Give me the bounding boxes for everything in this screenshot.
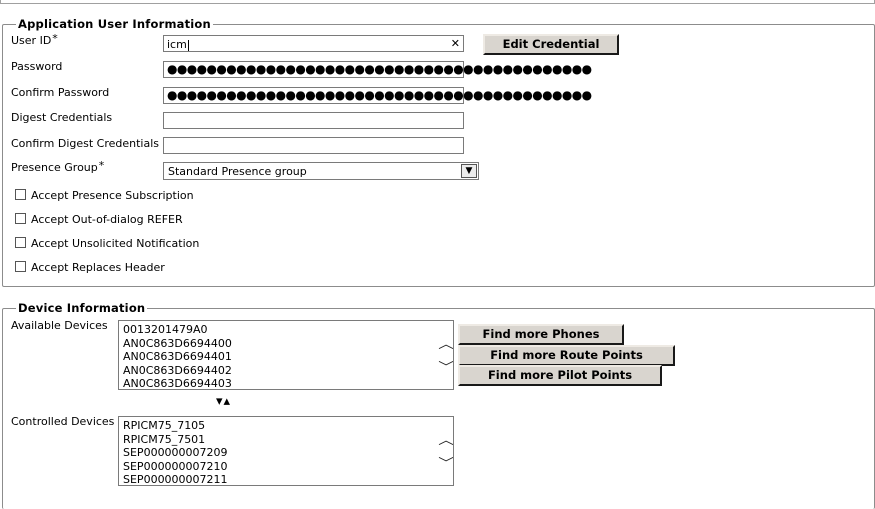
list-item[interactable]: AN0C863D6694400	[123, 337, 232, 351]
section-legend: Device Information	[16, 301, 148, 315]
edit-credential-button[interactable]: Edit Credential	[483, 34, 619, 55]
presence-group-select[interactable]: Standard Presence group ▼	[163, 162, 479, 180]
confirm-digest-credentials-input[interactable]	[163, 137, 464, 154]
available-devices-list: 0013201479A0 AN0C863D6694400 AN0C863D669…	[123, 323, 232, 389]
confirm-digest-credentials-label: Confirm Digest Credentials	[11, 137, 160, 150]
list-item[interactable]: RPICM75_7501	[123, 433, 228, 447]
accept-presence-subscription-label: Accept Presence Subscription	[31, 189, 194, 202]
accept-out-of-dialog-refer-label: Accept Out-of-dialog REFER	[31, 213, 183, 226]
move-devices-arrows: ▾▴	[216, 394, 231, 409]
list-item[interactable]: AN0C863D6694402	[123, 364, 232, 378]
controlled-devices-list: RPICM75_7105 RPICM75_7501 SEP00000000720…	[123, 419, 228, 485]
chevron-down-icon[interactable]: ﹀	[438, 454, 453, 471]
list-item[interactable]: AN0C863D6694403	[123, 377, 232, 389]
previous-section-border	[0, 0, 875, 4]
accept-unsolicited-notification-label: Accept Unsolicited Notification	[31, 237, 200, 250]
presence-group-label: Presence Group*	[11, 159, 105, 174]
presence-group-value: Standard Presence group	[168, 165, 307, 178]
list-item[interactable]: SEP000000007211	[123, 473, 228, 485]
password-label: Password	[11, 60, 63, 73]
scrollbar[interactable]: ︿ ﹀	[438, 417, 453, 485]
list-item[interactable]: RPICM75_7105	[123, 419, 228, 433]
controlled-devices-listbox[interactable]: RPICM75_7105 RPICM75_7501 SEP00000000720…	[118, 416, 454, 486]
chevron-down-icon[interactable]: ▼	[461, 164, 477, 178]
chevron-up-icon[interactable]: ︿	[438, 431, 453, 448]
scrollbar[interactable]: ︿ ﹀	[438, 321, 453, 389]
available-devices-label: Available Devices	[11, 319, 108, 332]
user-id-input[interactable]: icm ✕	[163, 35, 464, 52]
required-mark: *	[98, 159, 105, 172]
digest-credentials-input[interactable]	[163, 112, 464, 129]
find-more-route-points-button[interactable]: Find more Route Points	[458, 345, 675, 366]
confirm-password-input[interactable]: ●●●●●●●●●●●●●●●●●●●●●●●●●●●●●●●●●●●●●●●●…	[163, 87, 592, 104]
password-input[interactable]: ●●●●●●●●●●●●●●●●●●●●●●●●●●●●●●●●●●●●●●●●…	[163, 61, 592, 78]
list-item[interactable]: AN0C863D6694401	[123, 350, 232, 364]
list-item[interactable]: SEP000000007210	[123, 460, 228, 474]
list-item[interactable]: 0013201479A0	[123, 323, 232, 337]
controlled-devices-label: Controlled Devices	[11, 415, 115, 428]
chevron-down-icon[interactable]: ﹀	[438, 358, 453, 375]
clear-icon[interactable]: ✕	[451, 37, 460, 50]
list-item[interactable]: SEP000000007209	[123, 446, 228, 460]
user-id-value: icm	[167, 38, 187, 51]
accept-replaces-header-label: Accept Replaces Header	[31, 261, 165, 274]
digest-credentials-label: Digest Credentials	[11, 111, 113, 124]
accept-unsolicited-notification-checkbox[interactable]	[15, 237, 26, 248]
text-cursor	[187, 39, 189, 51]
find-more-pilot-points-button[interactable]: Find more Pilot Points	[458, 365, 662, 386]
move-down-arrow-icon[interactable]: ▾	[216, 394, 224, 409]
accept-replaces-header-checkbox[interactable]	[15, 261, 26, 272]
confirm-password-label: Confirm Password	[11, 86, 110, 99]
available-devices-listbox[interactable]: 0013201479A0 AN0C863D6694400 AN0C863D669…	[118, 320, 454, 390]
user-id-label: User ID*	[11, 32, 58, 47]
chevron-up-icon[interactable]: ︿	[438, 335, 453, 352]
section-legend: Application User Information	[16, 17, 213, 31]
required-mark: *	[52, 32, 58, 45]
find-more-phones-button[interactable]: Find more Phones	[458, 324, 624, 345]
accept-out-of-dialog-refer-checkbox[interactable]	[15, 213, 26, 224]
move-up-arrow-icon[interactable]: ▴	[224, 394, 232, 409]
accept-presence-subscription-checkbox[interactable]	[15, 189, 26, 200]
